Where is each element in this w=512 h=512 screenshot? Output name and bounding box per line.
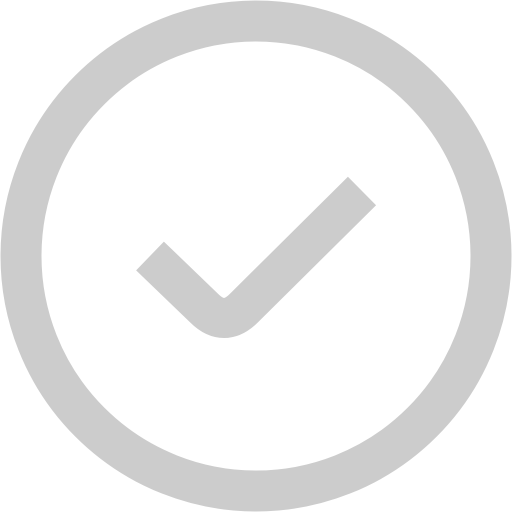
check-circle-icon xyxy=(0,0,512,512)
check-circle-ring xyxy=(0,0,512,512)
check-circle-canvas xyxy=(0,0,512,512)
checkmark-icon xyxy=(136,176,377,338)
